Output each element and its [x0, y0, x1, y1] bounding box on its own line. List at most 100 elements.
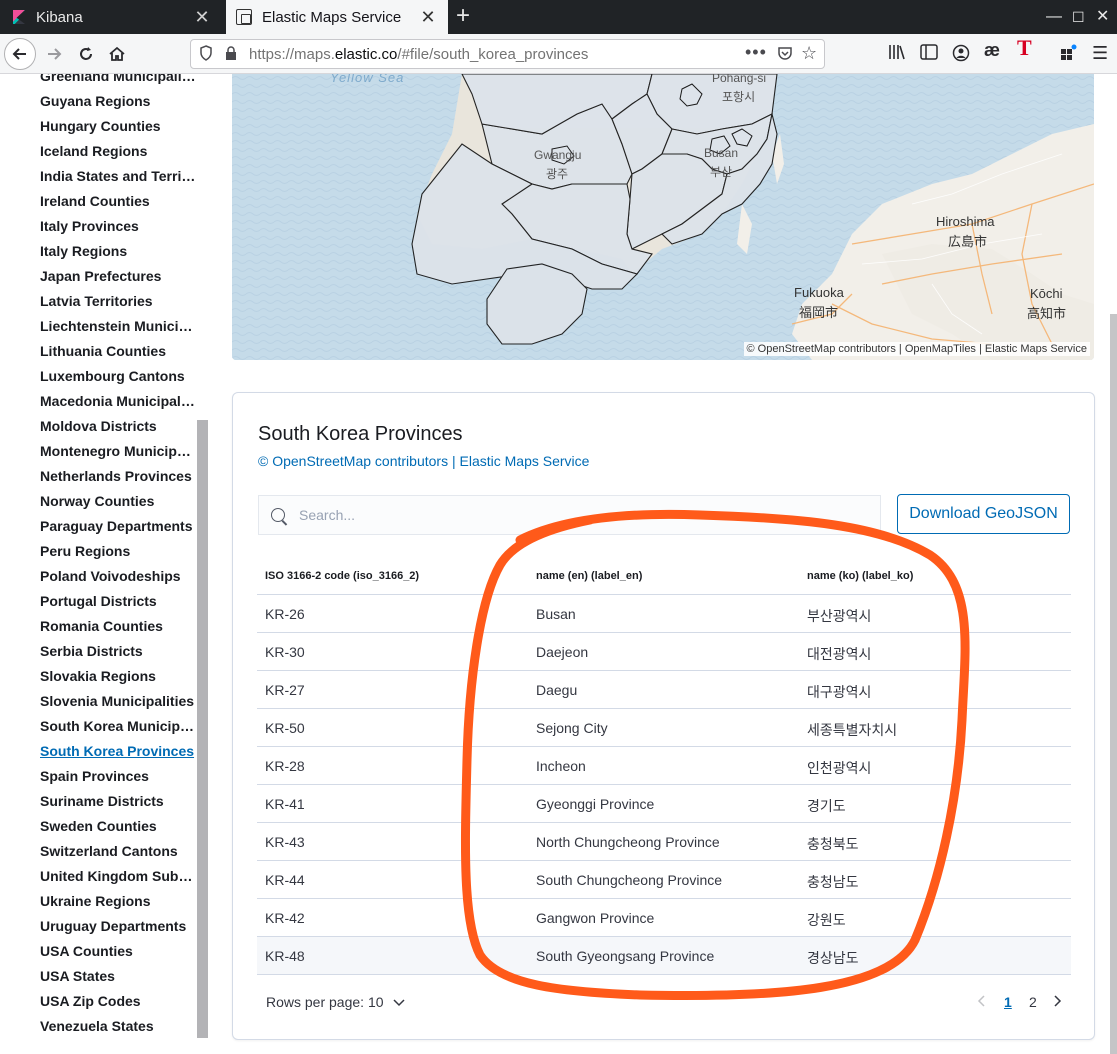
sidebar-item[interactable]: Netherlands Provinces	[40, 467, 196, 485]
page-2-button[interactable]: 2	[1029, 994, 1037, 1010]
sidebar-item[interactable]: Moldova Districts	[40, 417, 196, 435]
table-row[interactable]: KR-42 Gangwon Province 강원도	[257, 899, 1071, 937]
table-row[interactable]: KR-30 Daejeon 대전광역시	[257, 633, 1071, 671]
page-1-button[interactable]: 1	[1004, 994, 1012, 1010]
sidebar-scrollbar[interactable]	[197, 420, 208, 1038]
page-scrollbar[interactable]	[1110, 314, 1117, 1054]
sidebar-item[interactable]: USA States	[40, 967, 196, 985]
ae-extension-icon[interactable]: æ	[984, 41, 1000, 59]
table-row[interactable]: KR-48 South Gyeongsang Province 경상남도	[257, 937, 1071, 975]
table-row[interactable]: KR-28 Incheon 인천광역시	[257, 747, 1071, 785]
table-row[interactable]: KR-43 North Chungcheong Province 충청북도	[257, 823, 1071, 861]
close-tab-icon[interactable]: ✕	[418, 7, 438, 27]
cell-name-en: Sejong City	[536, 720, 608, 736]
table-row[interactable]: KR-50 Sejong City 세종특별자치시	[257, 709, 1071, 747]
features-table: ISO 3166-2 code (iso_3166_2) name (en) (…	[257, 557, 1071, 975]
column-header-name-ko[interactable]: name (ko) (label_ko)	[807, 570, 913, 582]
sidebar-item[interactable]: Slovenia Municipalities	[40, 692, 196, 710]
search-input[interactable]	[299, 507, 859, 523]
table-row[interactable]: KR-27 Daegu 대구광역시	[257, 671, 1071, 709]
sidebar-item[interactable]: Hungary Counties	[40, 117, 196, 135]
minimize-icon[interactable]: —	[1046, 8, 1062, 26]
download-geojson-button[interactable]: Download GeoJSON	[897, 494, 1070, 534]
new-tab-button[interactable]: +	[456, 4, 470, 28]
sidebar-item[interactable]: Italy Regions	[40, 242, 196, 260]
page-actions-icon[interactable]: •••	[745, 42, 767, 63]
previous-page-icon[interactable]	[977, 994, 985, 1010]
sidebar-item[interactable]: Ireland Counties	[40, 192, 196, 210]
next-page-icon[interactable]	[1054, 994, 1062, 1010]
sidebar-item[interactable]: Luxembourg Cantons	[40, 367, 196, 385]
sidebar-item[interactable]: South Korea Provinces	[40, 742, 196, 760]
kibana-logo-icon	[10, 9, 26, 25]
column-header-name-en[interactable]: name (en) (label_en)	[536, 570, 642, 582]
city-label: Gwangju	[534, 148, 581, 162]
extensions-icon[interactable]	[1060, 44, 1078, 67]
sidebar-item[interactable]: Portugal Districts	[40, 592, 196, 610]
cell-name-en: North Chungcheong Province	[536, 834, 720, 850]
cell-name-en: South Gyeongsang Province	[536, 948, 715, 964]
tab-kibana[interactable]: Kibana ✕	[0, 0, 222, 34]
sidebar-item[interactable]: Suriname Districts	[40, 792, 196, 810]
search-field[interactable]	[258, 495, 881, 535]
sidebar-item[interactable]: Paraguay Departments	[40, 517, 196, 535]
sidebar-item[interactable]: Iceland Regions	[40, 142, 196, 160]
sidebar-item[interactable]: Guyana Regions	[40, 92, 196, 110]
window-close-icon[interactable]: ✕	[1096, 8, 1109, 26]
t-extension-icon[interactable]: T	[1017, 37, 1032, 59]
table-row[interactable]: KR-41 Gyeonggi Province 경기도	[257, 785, 1071, 823]
table-row[interactable]: KR-26 Busan 부산광역시	[257, 595, 1071, 633]
sidebar-item[interactable]: Switzerland Cantons	[40, 842, 196, 860]
hamburger-menu-icon[interactable]: ☰	[1092, 44, 1108, 62]
sidebar-item[interactable]: Liechtenstein Municipalities	[40, 317, 196, 335]
bookmark-star-icon[interactable]: ☆	[801, 43, 817, 64]
lock-icon[interactable]	[225, 45, 237, 65]
sidebar-toggle-icon[interactable]	[920, 44, 938, 65]
sidebar-item[interactable]: Montenegro Municipalities	[40, 442, 196, 460]
sidebar-item[interactable]: United Kingdom Subdivisions	[40, 867, 196, 885]
table-row[interactable]: KR-44 South Chungcheong Province 충청남도	[257, 861, 1071, 899]
close-tab-icon[interactable]: ✕	[192, 7, 212, 27]
reload-button[interactable]	[70, 38, 102, 70]
url-text[interactable]: https://maps.elastic.co/#file/south_kore…	[249, 46, 588, 63]
account-icon[interactable]	[952, 44, 970, 67]
sidebar-item[interactable]: Serbia Districts	[40, 642, 196, 660]
sidebar-item[interactable]: South Korea Municipalities	[40, 717, 196, 735]
sidebar-item[interactable]: Italy Provinces	[40, 217, 196, 235]
sidebar-item[interactable]: Uruguay Departments	[40, 917, 196, 935]
sidebar-item[interactable]: Lithuania Counties	[40, 342, 196, 360]
forward-button[interactable]	[38, 38, 70, 70]
back-button[interactable]	[4, 38, 36, 70]
tab-elastic-maps-service[interactable]: Elastic Maps Service ✕	[226, 0, 448, 34]
sidebar-item[interactable]: Ukraine Regions	[40, 892, 196, 910]
column-header-iso[interactable]: ISO 3166-2 code (iso_3166_2)	[265, 570, 419, 582]
pocket-icon[interactable]	[777, 45, 793, 65]
shield-icon[interactable]	[199, 45, 213, 65]
sidebar-item[interactable]: Sweden Counties	[40, 817, 196, 835]
sidebar-item[interactable]: Poland Voivodeships	[40, 567, 196, 585]
sidebar-item[interactable]: USA Zip Codes	[40, 992, 196, 1010]
sidebar-item[interactable]: Greenland Municipalities	[40, 74, 196, 85]
library-icon[interactable]	[888, 44, 906, 65]
sidebar-item[interactable]: Latvia Territories	[40, 292, 196, 310]
sidebar-item[interactable]: Japan Prefectures	[40, 267, 196, 285]
rows-per-page-selector[interactable]: Rows per page: 10	[266, 994, 405, 1010]
sidebar-item[interactable]: India States and Territories	[40, 167, 196, 185]
url-bar[interactable]: https://maps.elastic.co/#file/south_kore…	[190, 39, 825, 69]
sidebar-item[interactable]: Peru Regions	[40, 542, 196, 560]
sidebar-item[interactable]: Norway Counties	[40, 492, 196, 510]
sidebar-item[interactable]: Slovakia Regions	[40, 667, 196, 685]
home-button[interactable]	[101, 38, 133, 70]
osm-link[interactable]: © OpenStreetMap contributors	[258, 453, 448, 469]
sidebar-item[interactable]: Spain Provinces	[40, 767, 196, 785]
city-label: Busan	[704, 146, 738, 160]
sidebar-item[interactable]: USA Counties	[40, 942, 196, 960]
map-attribution[interactable]: © OpenStreetMap contributors | OpenMapTi…	[743, 342, 1090, 356]
sidebar-item[interactable]: Venezuela States	[40, 1017, 196, 1035]
maximize-icon[interactable]: ☐	[1072, 8, 1085, 26]
sidebar-item[interactable]: Romania Counties	[40, 617, 196, 635]
sidebar-item[interactable]: Macedonia Municipalities	[40, 392, 196, 410]
ems-link[interactable]: Elastic Maps Service	[460, 453, 590, 469]
map-preview[interactable]: Yellow Sea Pohang-si 포항시 Gwangju 광주 Busa…	[232, 74, 1094, 360]
maps-service-icon	[236, 9, 252, 25]
